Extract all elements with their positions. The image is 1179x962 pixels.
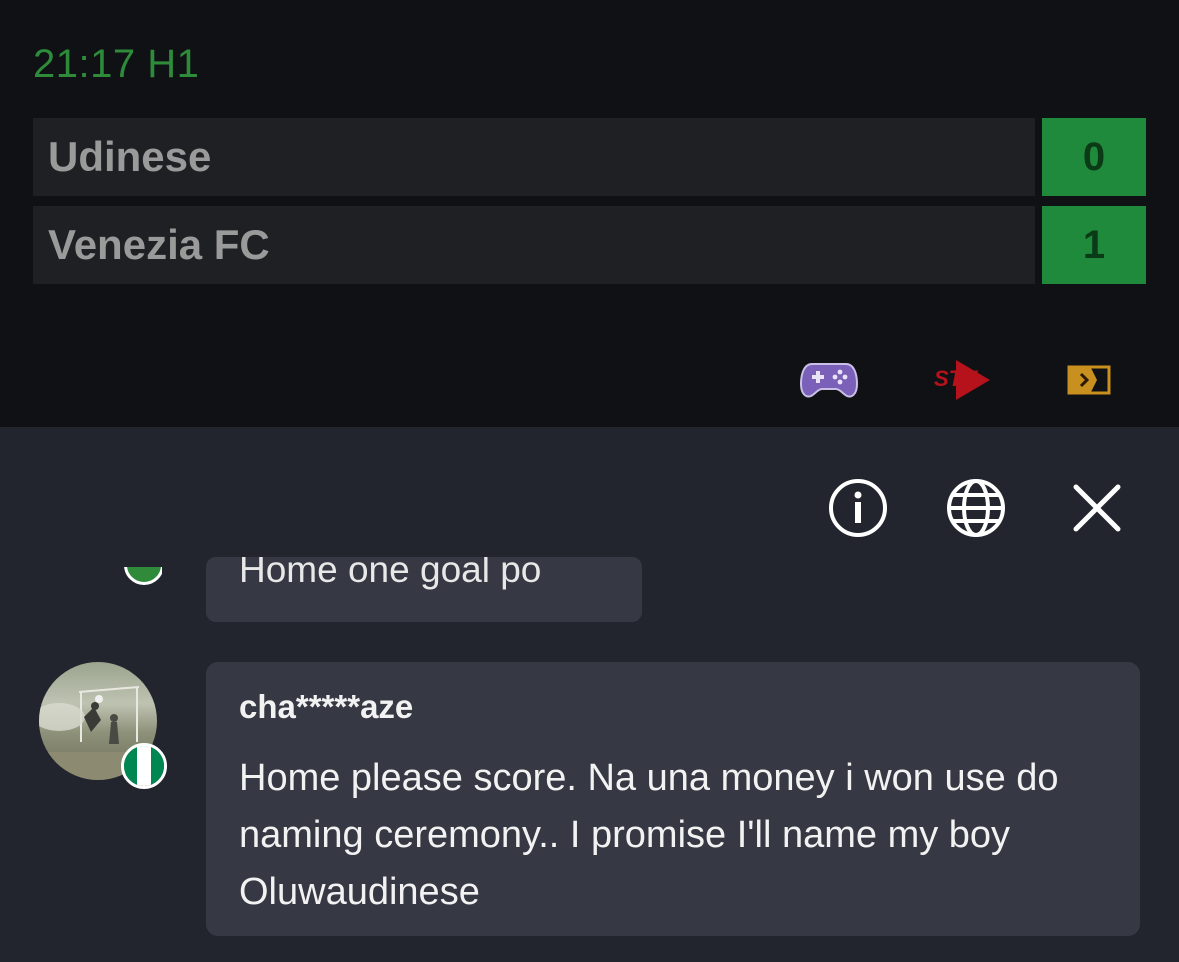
home-team-name: Udinese xyxy=(33,118,1035,196)
previous-avatar-flag xyxy=(124,567,162,587)
match-clock: 21:17 H1 xyxy=(33,42,200,86)
info-icon[interactable] xyxy=(827,477,889,539)
away-team-score: 1 xyxy=(1042,206,1146,284)
nigeria-flag-icon xyxy=(121,743,167,789)
home-team-row: Udinese 0 xyxy=(33,118,1146,196)
chat-message-bubble: cha*****aze Home please score. Na una mo… xyxy=(206,662,1140,936)
close-icon[interactable] xyxy=(1066,477,1128,539)
away-team-row: Venezia FC 1 xyxy=(33,206,1146,284)
home-team-score: 0 xyxy=(1042,118,1146,196)
globe-icon[interactable] xyxy=(945,477,1007,539)
gamepad-icon[interactable] xyxy=(799,352,859,408)
match-scoreboard: 21:17 H1 Udinese 0 Venezia FC 1 STV xyxy=(0,0,1179,427)
stv-icon[interactable]: STV xyxy=(926,352,996,408)
chat-panel: Home one goal po cha*****aze Home please… xyxy=(0,427,1179,962)
tv-icon[interactable] xyxy=(1064,352,1114,408)
previous-message-text: Home one goal po xyxy=(239,557,542,590)
away-team-name: Venezia FC xyxy=(33,206,1035,284)
message-text: Home please score. Na una money i won us… xyxy=(239,757,1059,913)
previous-message-bubble: Home one goal po xyxy=(206,557,642,622)
stv-label: STV xyxy=(934,366,977,391)
message-username[interactable]: cha*****aze xyxy=(239,688,413,726)
